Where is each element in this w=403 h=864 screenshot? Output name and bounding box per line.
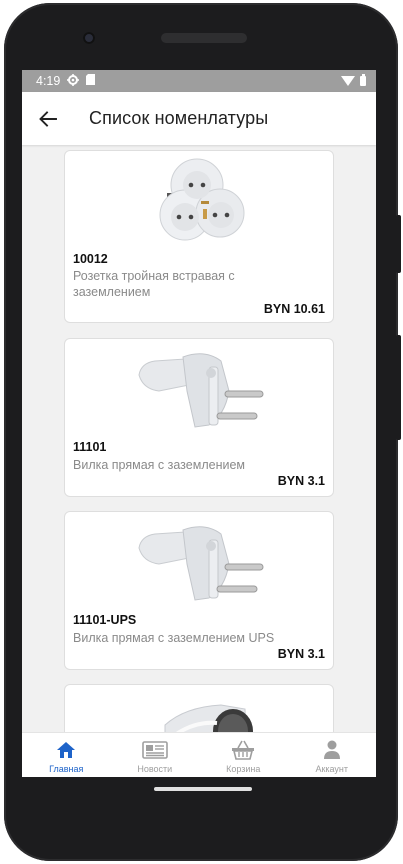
product-card[interactable]: 11101 Вилка прямая с заземлением BYN 3.1 (64, 338, 334, 497)
grounded-plug-image (138, 526, 264, 601)
triple-socket-image (159, 158, 245, 241)
bottom-navigation: Главная Новости Корзина Аккаунт (22, 732, 376, 777)
product-image (65, 695, 335, 732)
nav-item-news[interactable]: Новости (111, 733, 200, 777)
product-name: Вилка прямая с заземлением (73, 458, 245, 472)
product-code: 11101 (73, 440, 107, 454)
power-button (396, 215, 401, 273)
home-icon (56, 739, 76, 761)
product-price: BYN 10.61 (263, 302, 325, 316)
nav-label: Аккаунт (315, 764, 349, 774)
gesture-bar[interactable] (154, 787, 252, 791)
product-code: 10012 (73, 252, 108, 266)
product-price: BYN 3.1 (277, 647, 325, 661)
gear-icon (67, 73, 80, 89)
product-card[interactable]: 11101-UPS Вилка прямая с заземлением UPS… (64, 511, 334, 670)
product-card[interactable]: 10012 Розетка тройная встравая с заземле… (64, 150, 334, 323)
earpiece-speaker (161, 33, 247, 43)
nav-item-cart[interactable]: Корзина (199, 733, 288, 777)
product-image (65, 345, 335, 435)
battery-icon (360, 74, 366, 86)
front-camera (83, 32, 95, 44)
product-image (65, 518, 335, 608)
page-title: Список номенлатуры (89, 108, 269, 128)
socket-image (164, 704, 253, 732)
product-name: Розетка тройная встравая с заземлением (73, 269, 235, 299)
product-name: Вилка прямая с заземлением UPS (73, 631, 275, 645)
product-list[interactable]: 10012 Розетка тройная встравая с заземле… (22, 145, 376, 732)
person-icon (323, 739, 341, 761)
nav-label: Новости (137, 764, 173, 774)
app-screen: 4:19 Список номенлатуры 10012 Розетка тр… (22, 70, 376, 777)
sd-card-icon (86, 74, 96, 88)
nav-item-home[interactable]: Главная (22, 733, 111, 777)
product-card[interactable] (64, 684, 334, 732)
status-right-icons (341, 74, 366, 86)
product-code: 11101-UPS (73, 613, 137, 627)
status-bar: 4:19 (22, 70, 376, 92)
newspaper-icon (141, 739, 168, 761)
nav-label: Корзина (226, 764, 261, 774)
nav-label: Главная (49, 764, 84, 774)
wifi-icon (341, 76, 355, 86)
status-time: 4:19 (36, 74, 61, 88)
arrow-left-icon[interactable] (24, 95, 72, 143)
app-bar: Список номенлатуры (22, 92, 376, 145)
product-image (65, 155, 335, 250)
nav-item-account[interactable]: Аккаунт (288, 733, 377, 777)
grounded-plug-image (138, 353, 264, 428)
volume-button (396, 335, 401, 440)
product-price: BYN 3.1 (277, 474, 325, 488)
basket-icon (231, 739, 255, 761)
